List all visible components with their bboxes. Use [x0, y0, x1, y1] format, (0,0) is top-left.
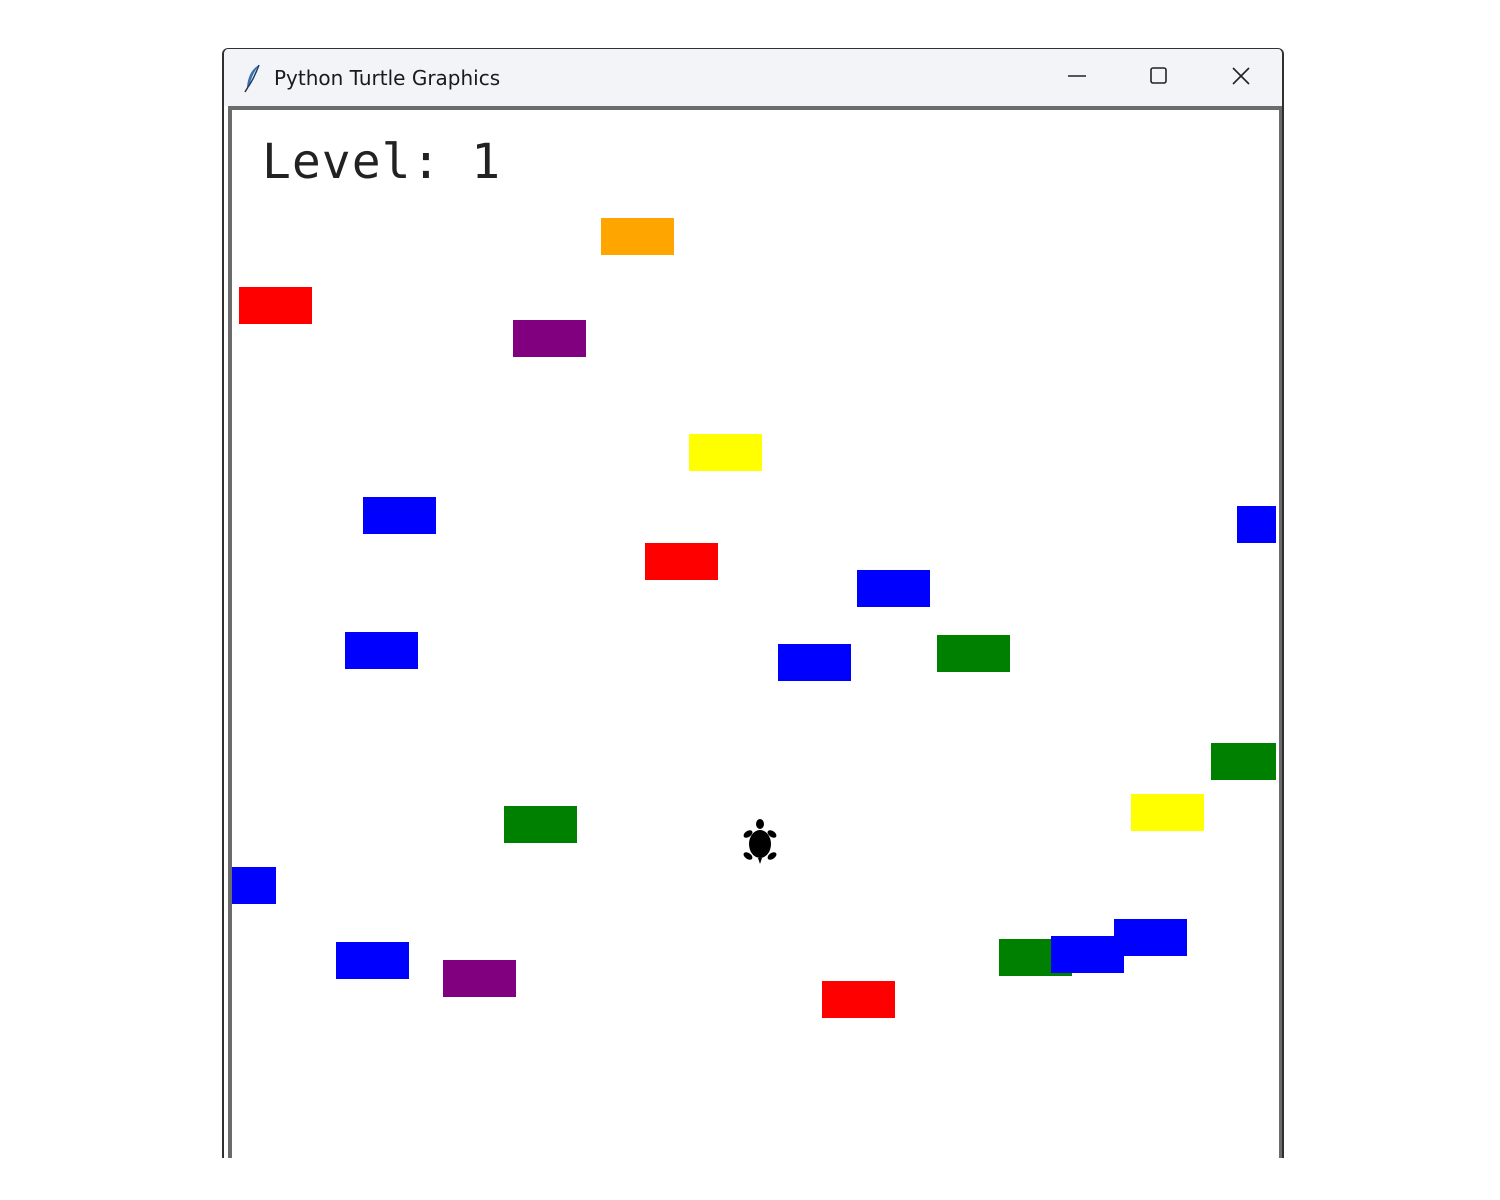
block [363, 497, 436, 534]
block [601, 218, 674, 255]
block [504, 806, 577, 843]
turtle-icon [742, 818, 778, 866]
close-button[interactable] [1200, 49, 1282, 106]
block [336, 942, 409, 979]
block [822, 981, 895, 1018]
minimize-button[interactable] [1036, 49, 1118, 106]
block [513, 320, 586, 357]
maximize-icon [1149, 66, 1169, 90]
block [1131, 794, 1204, 831]
window-title: Python Turtle Graphics [274, 65, 501, 90]
feather-icon [242, 63, 264, 93]
block [778, 644, 851, 681]
block [1211, 743, 1276, 780]
turtle-window: Python Turtle Graphics Level: 1 [222, 48, 1284, 1158]
block [1237, 506, 1276, 543]
level-label: Level: 1 [262, 134, 502, 190]
block [1114, 919, 1187, 956]
turtle-canvas-frame: Level: 1 [228, 106, 1282, 1158]
block [443, 960, 516, 997]
block [689, 434, 762, 471]
block [937, 635, 1010, 672]
close-icon [1231, 66, 1251, 90]
title-bar[interactable]: Python Turtle Graphics [224, 49, 1282, 106]
maximize-button[interactable] [1118, 49, 1200, 106]
block [232, 867, 276, 904]
minimize-icon [1067, 66, 1087, 90]
game-canvas[interactable]: Level: 1 [232, 110, 1279, 1158]
block [345, 632, 418, 669]
block [857, 570, 930, 607]
block [239, 287, 312, 324]
block [645, 543, 718, 580]
